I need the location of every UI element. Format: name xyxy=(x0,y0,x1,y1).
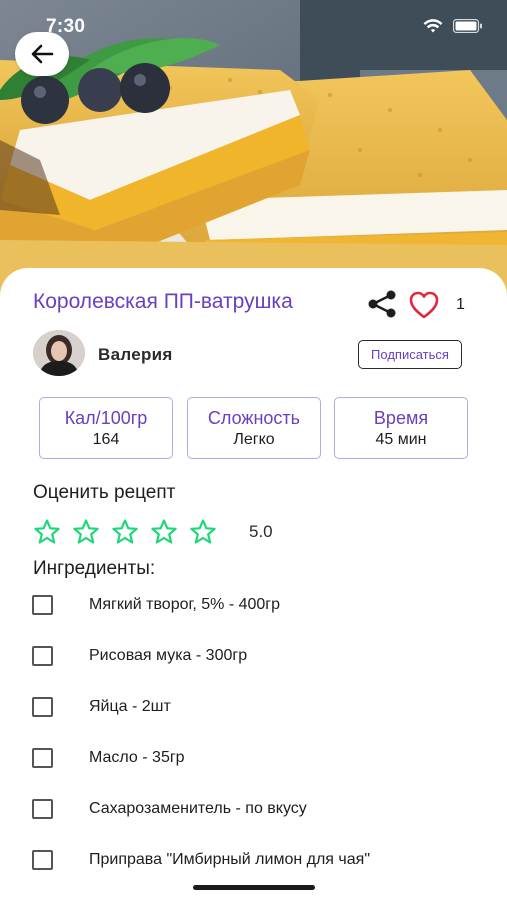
stat-label: Время xyxy=(373,408,429,428)
star-outline-icon[interactable] xyxy=(111,518,139,546)
ingredient-text: Рисовая мука - 300гр xyxy=(89,647,248,664)
ingredient-item[interactable]: Яйца - 2шт xyxy=(32,692,492,722)
stat-value: Легко xyxy=(233,431,275,448)
ingredient-text: Сахарозаменитель - по вкусу xyxy=(89,800,307,817)
title-row: Королевская ПП-ватрушка 1 xyxy=(33,288,478,320)
subscribe-button[interactable]: Подписаться xyxy=(358,340,462,369)
stat-value: 45 мин xyxy=(375,431,427,448)
ingredient-text: Масло - 35гр xyxy=(89,749,185,766)
star-outline-icon[interactable] xyxy=(150,518,178,546)
star-outline-icon[interactable] xyxy=(72,518,100,546)
stat-difficulty: Сложность Легко xyxy=(187,397,321,459)
like-count: 1 xyxy=(456,296,465,313)
status-icons xyxy=(423,18,483,34)
ingredient-checkbox[interactable] xyxy=(32,595,53,615)
status-bar: 7:30 xyxy=(0,0,507,44)
ingredient-item[interactable]: Мягкий творог, 5% - 400гр xyxy=(32,590,492,620)
stat-calories: Кал/100гр 164 xyxy=(39,397,173,459)
rating-stars: 5.0 xyxy=(33,518,293,548)
back-button[interactable] xyxy=(15,32,69,76)
ingredient-checkbox[interactable] xyxy=(32,646,53,666)
recipe-card: Королевская ПП-ватрушка 1 Валерия Подпис… xyxy=(0,268,507,900)
stat-label: Кал/100гр xyxy=(64,408,148,428)
ingredient-item[interactable]: Рисовая мука - 300гр xyxy=(32,641,492,671)
ingredient-checkbox[interactable] xyxy=(32,799,53,819)
stats-row: Кал/100гр 164 Сложность Легко Время 45 м… xyxy=(39,397,469,459)
recipe-title: Королевская ПП-ватрушка xyxy=(33,290,293,313)
ingredient-checkbox[interactable] xyxy=(32,697,53,717)
recipe-hero-image xyxy=(0,0,507,300)
ingredient-text: Яйца - 2шт xyxy=(89,698,171,715)
rating-value: 5.0 xyxy=(249,522,273,541)
home-indicator xyxy=(193,885,315,890)
stat-label: Сложность xyxy=(207,408,301,428)
rate-recipe-heading: Оценить рецепт xyxy=(33,482,176,503)
author-row: Валерия Подписаться xyxy=(33,330,473,378)
author-avatar[interactable] xyxy=(33,330,85,376)
author-name: Валерия xyxy=(98,345,173,364)
ingredient-checkbox[interactable] xyxy=(32,748,53,768)
ingredient-text: Мягкий творог, 5% - 400гр xyxy=(89,596,281,613)
battery-icon xyxy=(453,19,482,33)
ingredient-item[interactable]: Масло - 35гр xyxy=(32,743,492,773)
arrow-left-icon xyxy=(31,44,54,64)
stat-value: 164 xyxy=(92,431,120,448)
share-icon[interactable] xyxy=(367,289,397,319)
ingredient-checkbox[interactable] xyxy=(32,850,53,870)
ingredient-item[interactable]: Приправа "Имбирный лимон для чая" xyxy=(32,845,492,875)
star-outline-icon[interactable] xyxy=(189,518,217,546)
wifi-icon xyxy=(423,19,443,33)
heart-icon[interactable] xyxy=(408,290,440,320)
ingredient-text: Приправа "Имбирный лимон для чая" xyxy=(89,851,370,868)
stat-time: Время 45 мин xyxy=(334,397,468,459)
ingredients-heading: Ингредиенты: xyxy=(33,558,156,579)
star-outline-icon[interactable] xyxy=(33,518,61,546)
ingredient-item[interactable]: Сахарозаменитель - по вкусу xyxy=(32,794,492,824)
